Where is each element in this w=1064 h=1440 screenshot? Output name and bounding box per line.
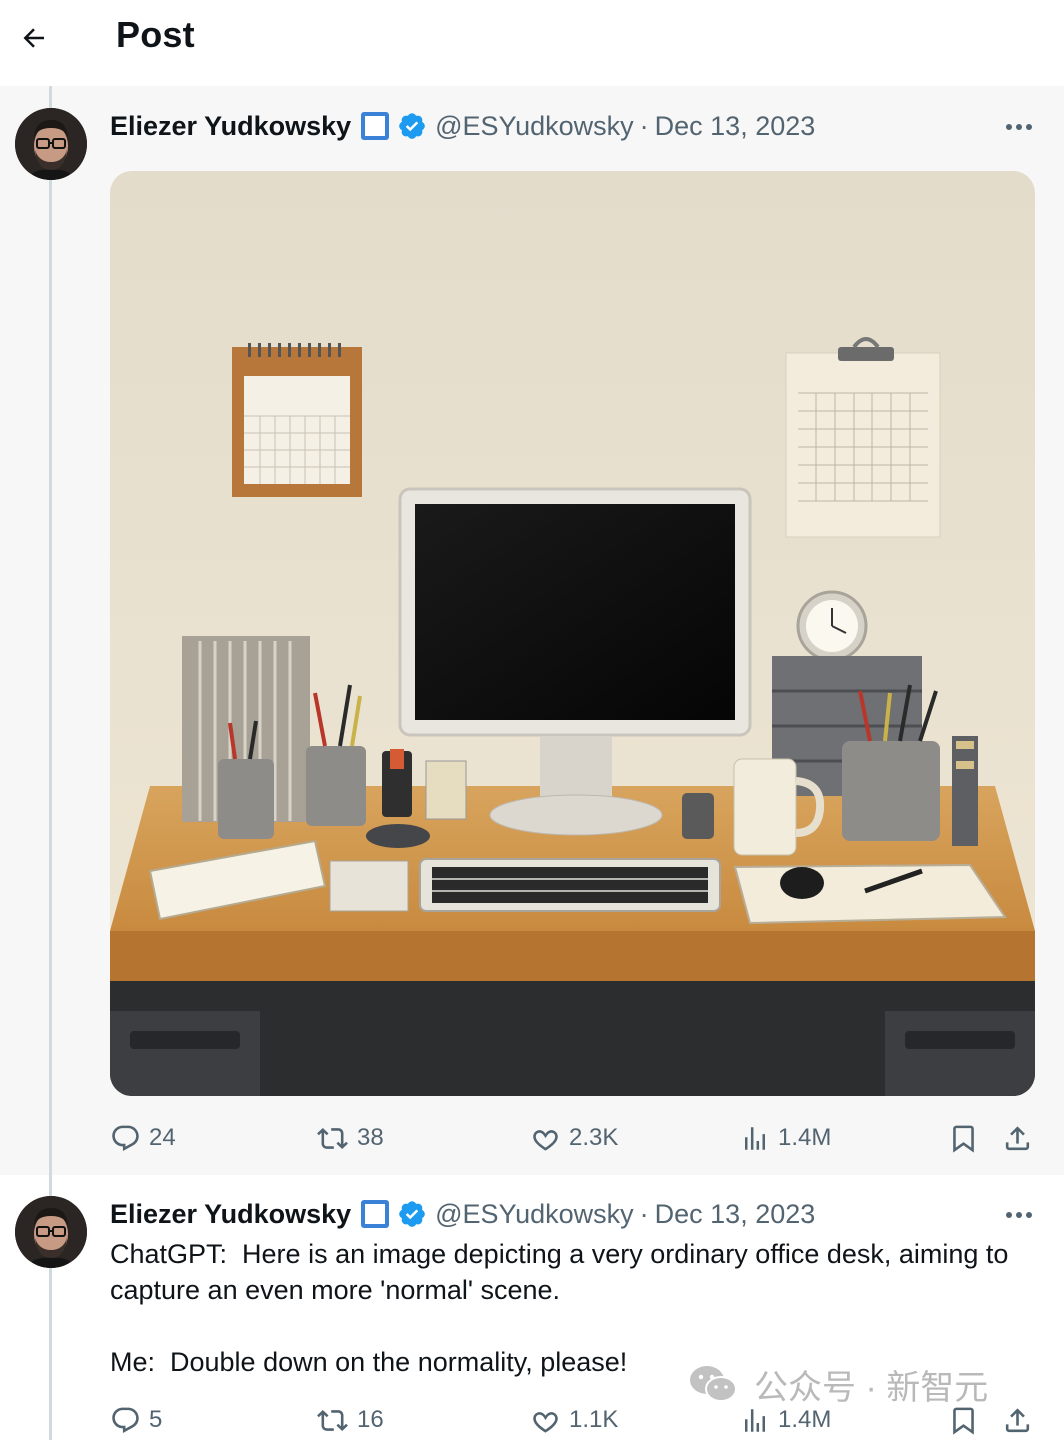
avatar-image [15, 108, 87, 180]
avatar[interactable] [15, 108, 87, 180]
top-bar: Post [0, 0, 1064, 76]
heart-icon [533, 1411, 558, 1433]
separator-dot: · [639, 110, 649, 141]
author-handle[interactable]: @ESYudkowsky [435, 1199, 634, 1230]
reply-icon [112, 1125, 139, 1151]
verified-badge-icon [399, 113, 425, 139]
views-button[interactable]: 1.4M [740, 1398, 831, 1440]
repost-count: 38 [357, 1124, 384, 1151]
post-text-paragraph: ChatGPT: Here is an image depicting a ve… [110, 1239, 1016, 1305]
reply-count: 24 [149, 1124, 176, 1151]
back-button[interactable] [14, 18, 54, 58]
like-button[interactable]: 1.1K [530, 1398, 618, 1440]
avatar-image [15, 1196, 87, 1268]
bookmark-icon [953, 1407, 974, 1435]
views-icon [745, 1408, 765, 1432]
page-title: Post [116, 14, 195, 55]
bookmark-button[interactable] [948, 1116, 979, 1160]
avatar[interactable] [15, 1196, 87, 1268]
more-icon [1006, 1212, 1032, 1218]
desk-illustration [110, 171, 1035, 1096]
post-text: ChatGPT: Here is an image depicting a ve… [110, 1236, 1040, 1380]
share-icon [1005, 1125, 1030, 1150]
post-header: Eliezer Yudkowsky @ESYudkowsky · Dec 13,… [110, 106, 815, 146]
views-button[interactable]: 1.4M [740, 1116, 831, 1160]
views-icon [745, 1126, 765, 1150]
more-options-button[interactable] [1000, 1200, 1038, 1230]
post-date[interactable]: Dec 13, 2023 [655, 111, 816, 142]
views-count: 1.4M [778, 1124, 832, 1151]
square-emoji-icon [361, 1200, 390, 1228]
reply-icon [112, 1407, 139, 1433]
bookmark-icon [953, 1125, 974, 1153]
post-header: Eliezer Yudkowsky @ESYudkowsky · Dec 13,… [110, 1194, 815, 1234]
bookmark-button[interactable] [948, 1398, 979, 1440]
reply-button[interactable]: 5 [110, 1398, 162, 1440]
like-count: 2.3K [569, 1124, 619, 1151]
author-name[interactable]: Eliezer Yudkowsky [110, 1199, 351, 1230]
verified-badge-icon [399, 1201, 425, 1227]
author-handle[interactable]: @ESYudkowsky [435, 111, 634, 142]
share-button[interactable] [1002, 1116, 1033, 1160]
views-count: 1.4M [778, 1406, 832, 1433]
post-date[interactable]: Dec 13, 2023 [655, 1199, 816, 1230]
repost-button[interactable]: 16 [316, 1398, 384, 1440]
post-image[interactable] [110, 171, 1035, 1096]
reply-button[interactable]: 24 [110, 1116, 176, 1160]
action-bar: 24 38 2.3K 1.4M [0, 1116, 1064, 1160]
repost-icon [317, 1409, 348, 1431]
reply-count: 5 [149, 1406, 163, 1433]
more-icon [1006, 124, 1032, 130]
separator-dot: · [639, 1198, 649, 1229]
share-button[interactable] [1002, 1398, 1033, 1440]
arrow-left-icon [23, 28, 44, 48]
repost-button[interactable]: 38 [316, 1116, 384, 1160]
heart-icon [533, 1129, 558, 1151]
like-button[interactable]: 2.3K [530, 1116, 618, 1160]
like-count: 1.1K [569, 1406, 619, 1433]
repost-icon [317, 1127, 348, 1149]
author-name[interactable]: Eliezer Yudkowsky [110, 111, 351, 142]
square-emoji-icon [361, 112, 390, 140]
thread-line [49, 180, 52, 1270]
share-icon [1005, 1407, 1030, 1432]
action-bar: 5 16 1.1K 1.4M [0, 1398, 1064, 1440]
thread-line [49, 86, 52, 108]
repost-count: 16 [357, 1406, 384, 1433]
more-options-button[interactable] [1000, 112, 1038, 142]
